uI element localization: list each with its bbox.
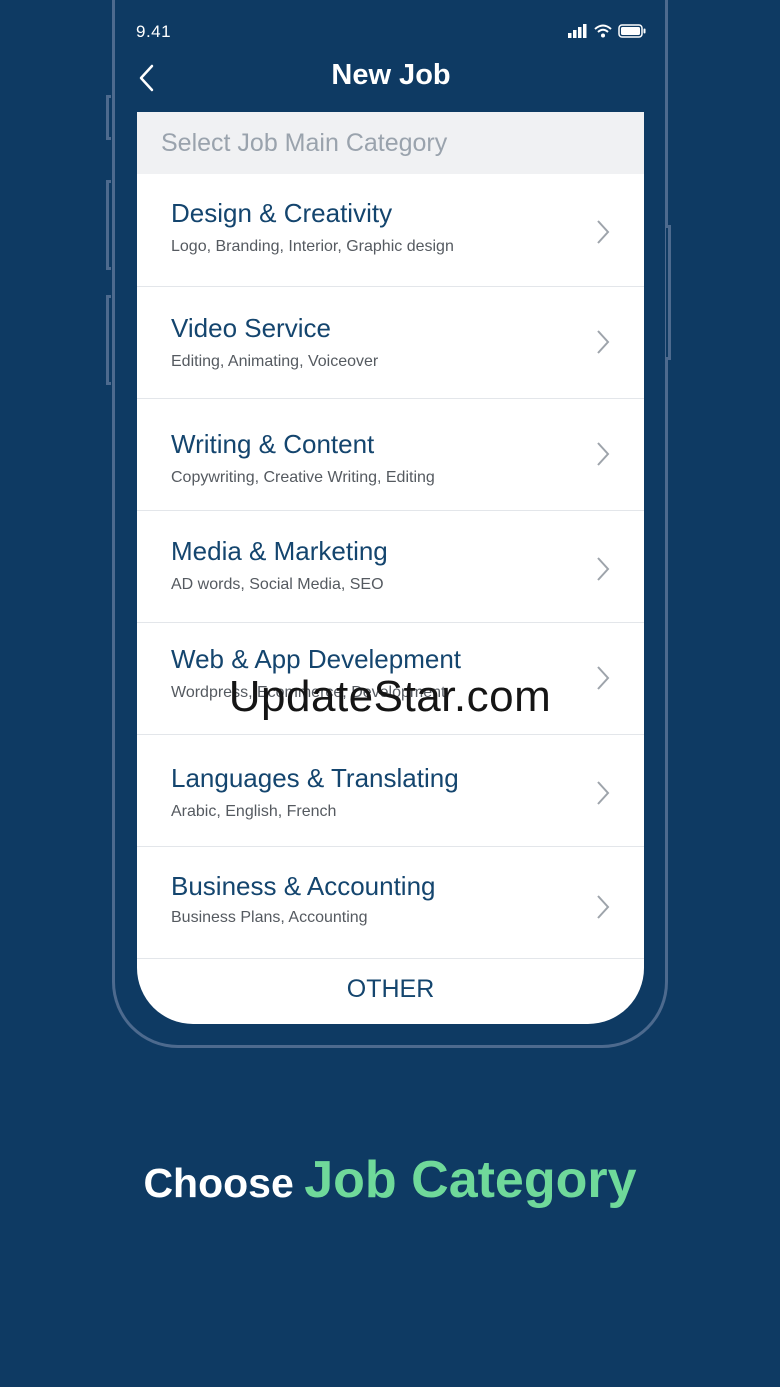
category-card: Select Job Main Category Design & Creati… [137,112,644,1024]
chevron-right-icon [597,781,610,805]
chevron-right-icon [597,330,610,354]
category-title: Languages & Translating [171,763,459,793]
page-title: New Job [331,59,451,91]
category-item-writing[interactable]: Writing & Content Copywriting, Creative … [137,399,644,511]
category-list-header: Select Job Main Category [137,112,644,174]
category-subtitle: Business Plans, Accounting [171,909,368,926]
status-time: 9.41 [136,22,172,41]
category-title: Web & App Develepment [171,644,462,674]
navbar: New Job [136,55,646,103]
chevron-right-icon [597,220,610,244]
chevron-right-icon [597,895,610,919]
category-title: Business & Accounting [171,871,436,901]
category-subtitle: Copywriting, Creative Writing, Editing [171,469,435,486]
category-subtitle: Logo, Branding, Interior, Graphic design [171,238,454,255]
category-item-media[interactable]: Media & Marketing AD words, Social Media… [137,511,644,623]
caption-text: Choose [143,1160,294,1206]
category-subtitle: Editing, Animating, Voiceover [171,353,379,370]
category-subtitle: Arabic, English, French [171,803,337,820]
status-icons [568,24,646,38]
phone-side-button [106,95,111,140]
wifi-icon [594,24,612,38]
category-item-design[interactable]: Design & Creativity Logo, Branding, Inte… [137,174,644,287]
category-item-business[interactable]: Business & Accounting Business Plans, Ac… [137,847,644,959]
category-title: Writing & Content [171,429,375,459]
battery-icon [618,24,646,38]
chevron-right-icon [597,557,610,581]
chevron-right-icon [597,442,610,466]
watermark-text: UpdateStar.com [228,672,552,721]
caption-highlight: Job Category [304,1151,637,1209]
promo-caption: Choose Job Category [0,1150,780,1210]
category-item-video[interactable]: Video Service Editing, Animating, Voiceo… [137,287,644,399]
phone-side-button [106,295,111,385]
other-category-button[interactable]: OTHER [137,959,644,1023]
signal-icon [568,24,587,38]
category-title: Media & Marketing [171,536,388,566]
phone-side-button [666,225,671,360]
status-bar: 9.41 [136,22,646,44]
category-item-languages[interactable]: Languages & Translating Arabic, English,… [137,735,644,847]
phone-side-button [106,180,111,270]
category-title: Design & Creativity [171,198,393,228]
category-title: Video Service [171,313,331,343]
category-subtitle: AD words, Social Media, SEO [171,576,384,593]
